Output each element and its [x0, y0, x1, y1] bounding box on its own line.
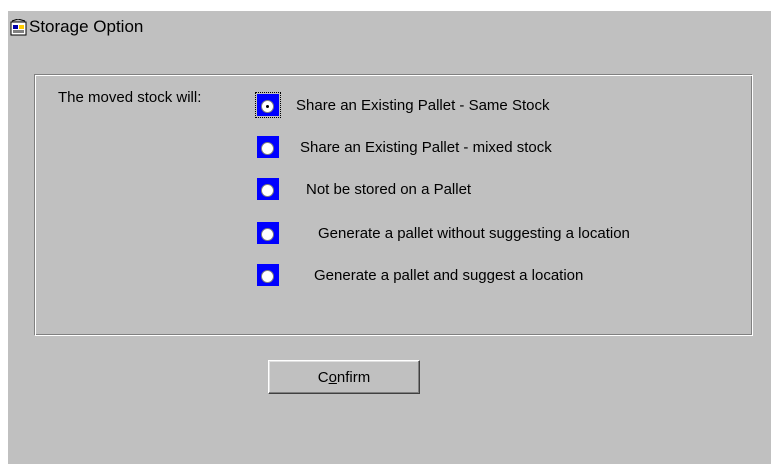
radio-option-generate-with-location[interactable]: Generate a pallet and suggest a location [257, 264, 583, 286]
radio-option-no-pallet[interactable]: Not be stored on a Pallet [257, 178, 471, 200]
radio-label: Generate a pallet without suggesting a l… [318, 224, 630, 242]
app-icon [10, 17, 27, 36]
confirm-button[interactable]: Co nfirm [268, 360, 420, 394]
window-title: Storage Option [29, 17, 144, 36]
radio-option-mixed-stock[interactable]: Share an Existing Pallet - mixed stock [257, 136, 552, 158]
radio-option-generate-no-location[interactable]: Generate a pallet without suggesting a l… [257, 222, 630, 244]
confirm-label-suffix: nfirm [336, 368, 371, 386]
radio-label: Share an Existing Pallet - Same Stock [296, 96, 550, 114]
storage-prompt-label: The moved stock will: [58, 89, 202, 106]
radio-button-icon[interactable] [257, 178, 279, 200]
radio-button-icon[interactable] [255, 92, 281, 118]
radio-label: Not be stored on a Pallet [306, 180, 472, 198]
radio-button-icon[interactable] [257, 264, 279, 286]
confirm-label-mnemonic: o [328, 368, 337, 386]
radio-button-icon[interactable] [257, 222, 279, 244]
radio-label: Generate a pallet and suggest a location [314, 266, 584, 284]
title-bar: Storage Option [8, 13, 143, 41]
radio-option-same-stock[interactable]: Share an Existing Pallet - Same Stock [255, 92, 550, 118]
confirm-label-prefix: C [317, 368, 329, 386]
radio-selected-dot [266, 105, 269, 108]
radio-button-icon[interactable] [257, 136, 279, 158]
radio-label: Share an Existing Pallet - mixed stock [300, 138, 552, 156]
